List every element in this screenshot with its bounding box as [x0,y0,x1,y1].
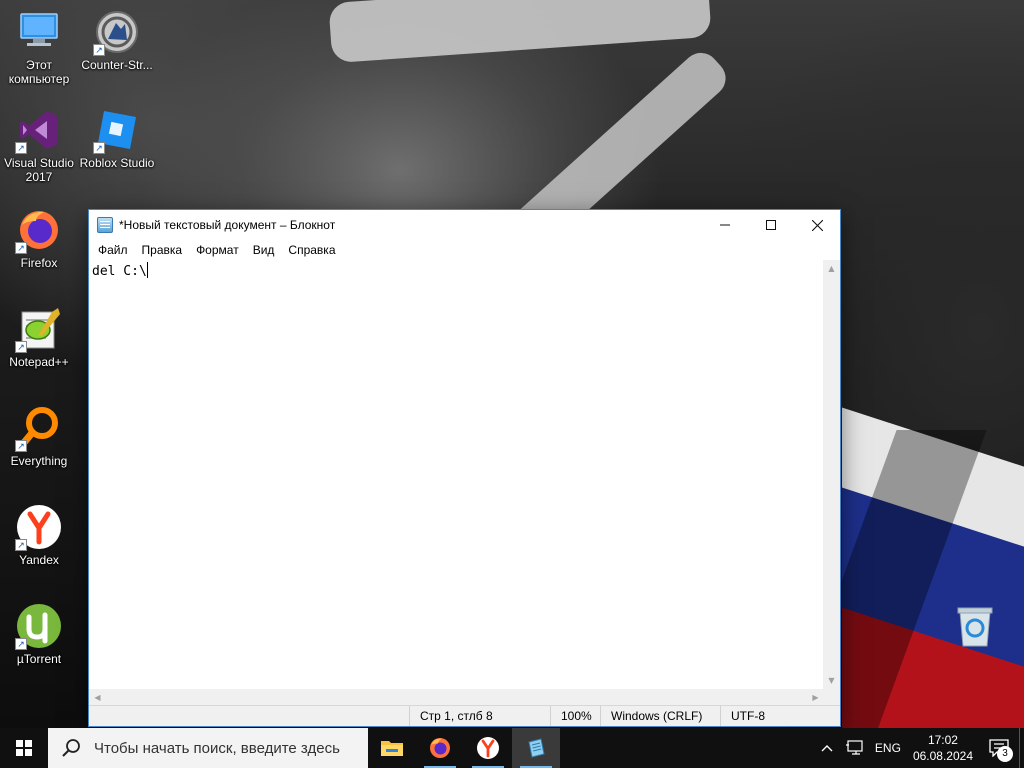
network-icon [845,740,863,755]
start-button[interactable] [0,728,48,768]
desktop-icon-notepadpp[interactable]: ↗ Notepad++ [0,305,78,369]
counter-strike-icon: ↗ [93,8,141,56]
this-pc-icon [15,8,63,56]
notepad-icon [528,738,545,758]
notification-count-badge: 3 [997,746,1013,762]
wallpaper-paint-stroke [328,0,712,64]
menu-format[interactable]: Формат [189,241,246,259]
desktop-icon-yandex[interactable]: ↗ Yandex [0,503,78,567]
notepad-window[interactable]: *Новый текстовый документ – Блокнот Файл… [88,209,841,727]
scroll-down-icon[interactable]: ▼ [823,672,840,689]
desktop-icon-this-pc[interactable]: Этот компьютер [0,8,78,86]
window-title: *Новый текстовый документ – Блокнот [119,218,336,232]
action-center-button[interactable]: 3 [979,728,1019,768]
status-bar: Стр 1, стлб 8 100% Windows (CRLF) UTF-8 [89,705,840,726]
tray-network-button[interactable] [839,728,869,768]
shortcut-arrow-icon: ↗ [93,142,105,154]
desktop-icon-label: Этот компьютер [8,58,70,86]
taskbar-notepad[interactable] [512,728,560,768]
maximize-button[interactable] [748,210,794,240]
vertical-scrollbar[interactable]: ▲ ▼ [823,260,840,689]
minimize-icon [720,224,730,226]
desktop-icon-utorrent[interactable]: ↗ µTorrent [0,602,78,666]
text-editor[interactable]: del C:\ [89,260,824,689]
editor-content: del C:\ [92,264,147,279]
desktop-icon-label: Visual Studio 2017 [4,156,74,184]
desktop-icon-visual-studio[interactable]: ↗ Visual Studio 2017 [0,106,78,184]
title-bar[interactable]: *Новый текстовый документ – Блокнот [89,210,840,240]
shortcut-arrow-icon: ↗ [15,638,27,650]
taskbar-file-explorer[interactable] [368,728,416,768]
menu-help[interactable]: Справка [281,241,342,259]
desktop-icon-label: Roblox Studio [79,156,155,170]
desktop-icon-label: Everything [10,454,68,468]
desktop-icon-counter-strike[interactable]: ↗ Counter-Str... [78,8,156,72]
shortcut-arrow-icon: ↗ [93,44,105,56]
menu-view[interactable]: Вид [246,241,282,259]
tray-overflow-button[interactable] [815,728,839,768]
scroll-right-icon[interactable]: ▶ [807,689,824,706]
status-encoding: UTF-8 [720,706,840,726]
utorrent-icon: ↗ [15,602,63,650]
search-icon [62,739,80,757]
clock[interactable]: 17:02 06.08.2024 [907,728,979,768]
resize-grip[interactable] [823,689,840,706]
desktop-icon-label: µTorrent [16,652,62,666]
desktop-icon-label: Notepad++ [9,355,69,369]
horizontal-scrollbar[interactable]: ◀ ▶ [89,689,824,706]
menu-edit[interactable]: Правка [135,241,190,259]
search-placeholder: Чтобы начать поиск, введите здесь [94,739,340,757]
desktop-icon-label: Yandex [19,553,59,567]
maximize-icon [766,220,776,230]
recycle-bin-icon [951,602,999,650]
shortcut-arrow-icon: ↗ [15,242,27,254]
menu-file[interactable]: Файл [91,241,135,259]
taskbar-search-box[interactable]: Чтобы начать поиск, введите здесь [48,728,368,768]
desktop-icon-everything[interactable]: ↗ Everything [0,404,78,468]
status-zoom: 100% [550,706,600,726]
desktop-icon-roblox-studio[interactable]: ↗ Roblox Studio [78,106,156,170]
status-cursor-position: Стр 1, стлб 8 [409,706,550,726]
shortcut-arrow-icon: ↗ [15,539,27,551]
visual-studio-icon: ↗ [15,106,63,154]
scroll-left-icon[interactable]: ◀ [89,689,106,706]
language-indicator[interactable]: ENG [869,728,907,768]
text-caret [146,262,148,278]
taskbar-yandex-browser[interactable] [464,728,512,768]
everything-icon: ↗ [15,404,63,452]
scroll-up-icon[interactable]: ▲ [823,260,840,277]
taskbar-firefox[interactable] [416,728,464,768]
clock-date: 06.08.2024 [912,749,973,763]
desktop-icon-firefox[interactable]: ↗ Firefox [0,206,78,270]
shortcut-arrow-icon: ↗ [15,440,27,452]
chevron-up-icon [821,745,833,752]
shortcut-arrow-icon: ↗ [15,142,27,154]
close-button[interactable] [794,210,840,240]
firefox-icon [430,738,450,758]
yandex-browser-icon [477,737,499,759]
desktop-icon-recycle-bin[interactable] [936,602,1014,652]
system-tray: ENG 17:02 06.08.2024 3 [815,728,1024,768]
firefox-icon: ↗ [15,206,63,254]
taskbar: Чтобы начать поиск, введите здесь ENG 17… [0,728,1024,768]
desktop-icon-label: Firefox [20,256,58,270]
desktop-icon-label: Counter-Str... [81,58,153,72]
clock-time: 17:02 [927,733,958,747]
minimize-button[interactable] [702,210,748,240]
show-desktop-button[interactable] [1019,728,1024,768]
menu-bar: Файл Правка Формат Вид Справка [89,240,840,260]
notepadpp-icon: ↗ [15,305,63,353]
status-line-endings: Windows (CRLF) [600,706,720,726]
file-explorer-icon [381,741,403,756]
roblox-studio-icon: ↗ [93,106,141,154]
yandex-icon: ↗ [15,503,63,551]
shortcut-arrow-icon: ↗ [15,341,27,353]
close-icon [811,219,823,231]
windows-logo-icon [16,740,32,756]
notepad-icon [97,217,113,233]
